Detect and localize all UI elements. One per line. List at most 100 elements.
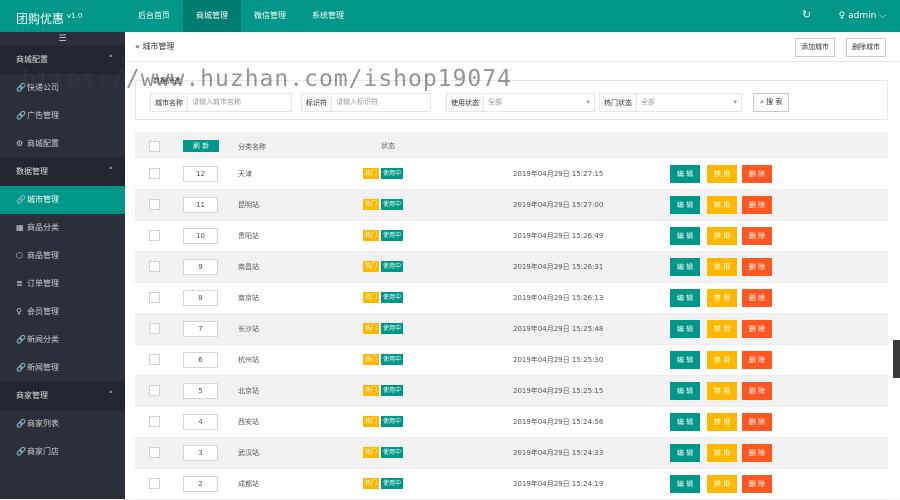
status-tags: 热门 使用中 — [363, 385, 404, 396]
refresh-order-button[interactable]: 刷 新 — [183, 140, 219, 152]
disable-button[interactable]: 禁 用 — [707, 165, 737, 183]
disable-button[interactable]: 禁 用 — [707, 351, 737, 369]
edit-button[interactable]: 编 辑 — [670, 165, 700, 183]
row-checkbox[interactable] — [149, 447, 160, 458]
delete-button[interactable]: 删 除 — [742, 227, 772, 245]
user-menu[interactable]: ♀ admin ⌵ — [839, 0, 886, 32]
in-use-badge: 使用中 — [381, 447, 404, 458]
sidebar-item-members[interactable]: ♀ 会员管理 — [0, 298, 125, 326]
row-checkbox[interactable] — [149, 354, 160, 365]
topnav-system[interactable]: 系统管理 — [299, 0, 357, 32]
sort-order-input[interactable]: 6 — [183, 352, 218, 368]
sort-order-input[interactable]: 7 — [183, 321, 218, 337]
row-checkbox[interactable] — [149, 168, 160, 179]
app-logo[interactable]: 团购优惠 v1.0 — [0, 0, 125, 32]
delete-button[interactable]: 删 除 — [742, 444, 772, 462]
delete-city-button[interactable]: 删除城市 — [846, 38, 886, 57]
disable-button[interactable]: 禁 用 — [707, 258, 737, 276]
disable-button[interactable]: 禁 用 — [707, 320, 737, 338]
edit-button[interactable]: 编 辑 — [670, 444, 700, 462]
row-checkbox[interactable] — [149, 230, 160, 241]
sidebar-item-label: 商家门店 — [27, 447, 59, 456]
delete-button[interactable]: 删 除 — [742, 196, 772, 214]
created-time-cell: 2019年04月29日 15:24:56 — [513, 418, 604, 426]
edit-button[interactable]: 编 辑 — [670, 382, 700, 400]
topnav-mall[interactable]: 商城管理 — [183, 0, 241, 32]
edit-button[interactable]: 编 辑 — [670, 196, 700, 214]
scrollbar-handle[interactable] — [893, 340, 900, 378]
disable-button[interactable]: 禁 用 — [707, 382, 737, 400]
delete-button[interactable]: 删 除 — [742, 320, 772, 338]
hot-badge: 热门 — [363, 323, 380, 334]
edit-button[interactable]: 编 辑 — [670, 258, 700, 276]
city-name-input[interactable]: 请输入城市名称 — [187, 93, 292, 112]
edit-button[interactable]: 编 辑 — [670, 413, 700, 431]
sidebar-item-news[interactable]: 🔗新闻管理 — [0, 354, 125, 382]
sort-order-input[interactable]: 10 — [183, 228, 218, 244]
delete-button[interactable]: 删 除 — [742, 475, 772, 493]
refresh-icon[interactable]: ↻ — [802, 8, 811, 21]
disable-button[interactable]: 禁 用 — [707, 413, 737, 431]
sidebar-item-category[interactable]: ▦ 商品分类 — [0, 214, 125, 242]
row-checkbox[interactable] — [149, 292, 160, 303]
disable-button[interactable]: 禁 用 — [707, 196, 737, 214]
delete-button[interactable]: 删 除 — [742, 382, 772, 400]
hot-status-select[interactable]: 全部 ▾ — [636, 93, 742, 112]
row-checkbox[interactable] — [149, 323, 160, 334]
sidebar-item-goods[interactable]: ⬡ 商品管理 — [0, 242, 125, 270]
identifier-input[interactable]: 请输入标识符 — [331, 93, 431, 112]
edit-button[interactable]: 编 辑 — [670, 320, 700, 338]
main-content: » 城市管理 添加城市 删除城市 数据筛选 城市名称 请输入城市名称 标识符 请… — [125, 32, 900, 500]
delete-button[interactable]: 删 除 — [742, 289, 772, 307]
topnav-wechat[interactable]: 微信管理 — [241, 0, 299, 32]
row-checkbox[interactable] — [149, 416, 160, 427]
link-icon: 🔗 — [16, 335, 26, 344]
row-checkbox[interactable] — [149, 478, 160, 489]
use-status-select[interactable]: 全部 ▾ — [483, 93, 595, 112]
sidebar-item-city[interactable]: 🔗城市管理 — [0, 186, 125, 214]
edit-button[interactable]: 编 辑 — [670, 289, 700, 307]
delete-button[interactable]: 删 除 — [742, 165, 772, 183]
disable-button[interactable]: 禁 用 — [707, 227, 737, 245]
sidebar-item-mall-config[interactable]: ⚙ 商城配置 — [0, 130, 125, 158]
sidebar-item-merchant-list[interactable]: 🔗商家列表 — [0, 410, 125, 438]
row-checkbox[interactable] — [149, 199, 160, 210]
search-button[interactable]: ⌕ 搜 索 — [753, 93, 790, 112]
sort-order-input[interactable]: 9 — [183, 259, 218, 275]
status-tags: 热门 使用中 — [363, 447, 404, 458]
disable-button[interactable]: 禁 用 — [707, 444, 737, 462]
sidebar-item-ads[interactable]: 🔗广告管理 — [0, 102, 125, 130]
delete-button[interactable]: 删 除 — [742, 351, 772, 369]
edit-button[interactable]: 编 辑 — [670, 351, 700, 369]
status-tags: 热门 使用中 — [363, 354, 404, 365]
use-status-label: 使用状态 — [446, 93, 483, 112]
sort-order-input[interactable]: 8 — [183, 290, 218, 306]
disable-button[interactable]: 禁 用 — [707, 475, 737, 493]
user-icon: ♀ — [16, 307, 22, 316]
sidebar-item-news-category[interactable]: 🔗新闻分类 — [0, 326, 125, 354]
sidebar-item-merchant-store[interactable]: 🔗商家门店 — [0, 438, 125, 466]
hot-status-value: 全部 — [641, 98, 655, 106]
sort-order-input[interactable]: 4 — [183, 414, 218, 430]
sort-order-input[interactable]: 3 — [183, 445, 218, 461]
sidebar-group-merchant[interactable]: 商家管理 ˄ — [0, 382, 125, 410]
edit-button[interactable]: 编 辑 — [670, 227, 700, 245]
row-checkbox[interactable] — [149, 385, 160, 396]
sort-order-input[interactable]: 5 — [183, 383, 218, 399]
sort-order-input[interactable]: 11 — [183, 197, 218, 213]
in-use-badge: 使用中 — [381, 168, 404, 179]
sidebar-item-label: 订单管理 — [27, 279, 59, 288]
sidebar-item-orders[interactable]: ≣ 订单管理 — [0, 270, 125, 298]
row-checkbox[interactable] — [149, 261, 160, 272]
delete-button[interactable]: 删 除 — [742, 258, 772, 276]
menu-toggle-icon[interactable]: ☰ — [0, 32, 125, 46]
delete-button[interactable]: 删 除 — [742, 413, 772, 431]
edit-button[interactable]: 编 辑 — [670, 475, 700, 493]
disable-button[interactable]: 禁 用 — [707, 289, 737, 307]
select-all-checkbox[interactable] — [149, 141, 160, 152]
sort-order-input[interactable]: 2 — [183, 476, 218, 492]
add-city-button[interactable]: 添加城市 — [795, 38, 835, 57]
sort-order-input[interactable]: 12 — [183, 166, 218, 182]
topnav-home[interactable]: 后台首页 — [125, 0, 183, 32]
sidebar-group-data[interactable]: 数据管理 ˄ — [0, 158, 125, 186]
